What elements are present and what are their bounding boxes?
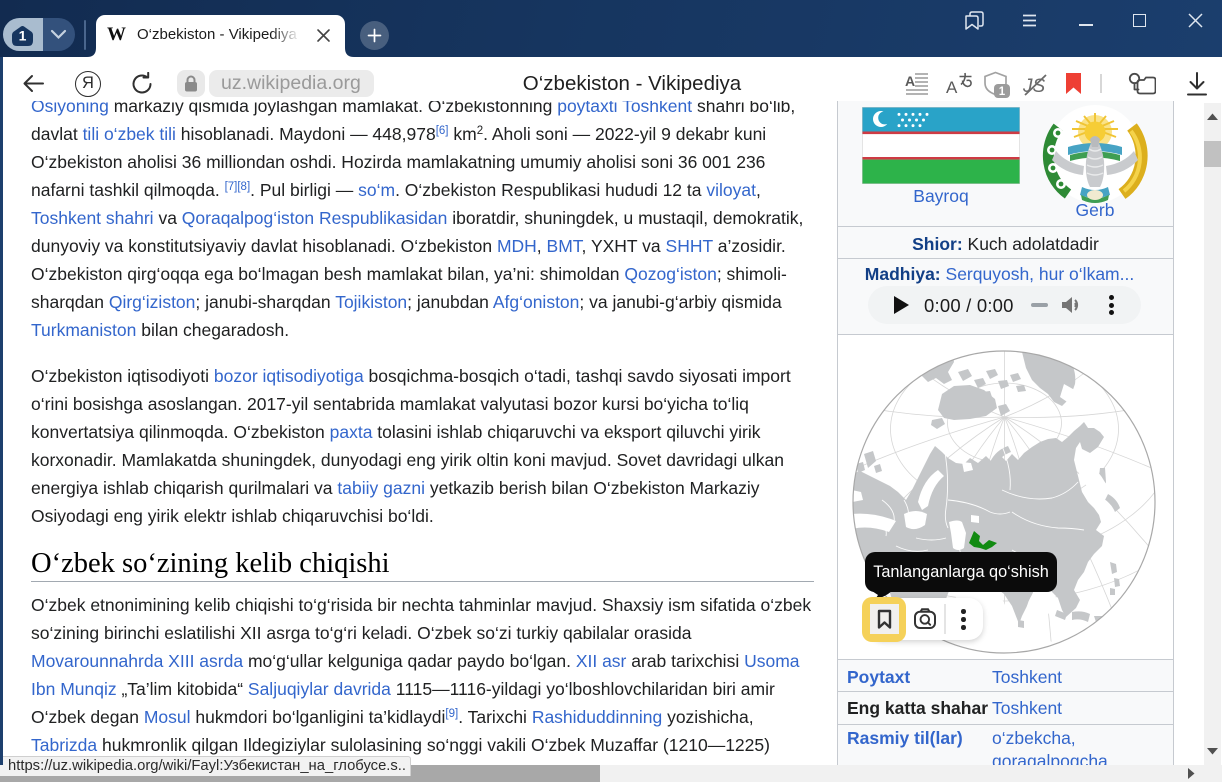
svg-text:1: 1	[19, 28, 27, 44]
svg-text:A: A	[905, 73, 915, 89]
svg-text:A: A	[946, 78, 958, 96]
svg-text:1: 1	[999, 86, 1006, 98]
